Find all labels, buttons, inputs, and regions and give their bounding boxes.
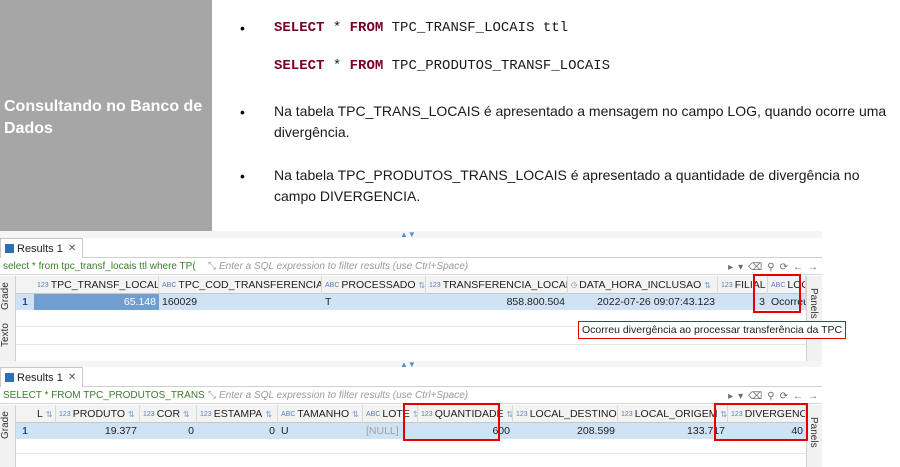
doc-section-panel: Consultando no Banco de Dados — [0, 0, 212, 234]
table-cell[interactable]: 160029 — [159, 294, 322, 310]
results-grid-1: 123TPC_TRANSF_LOCAL⇅ ABCTPC_COD_TRANSFER… — [16, 276, 806, 364]
play-icon[interactable]: ▸ — [728, 391, 733, 402]
query-text: SELECT * FROM TPC_PRODUTOS_TRANSF_ — [3, 390, 205, 401]
column-header[interactable]: 123 LOCAL_ORIGEM ⇅ — [618, 405, 728, 423]
empty-grid-area — [16, 439, 806, 467]
dropdown-icon[interactable]: ▾ — [738, 391, 743, 402]
column-header[interactable]: ABCTPC_COD_TRANSFERENCIA⇅ — [159, 276, 322, 294]
grid-header: 123TPC_TRANSF_LOCAL⇅ ABCTPC_COD_TRANSFER… — [16, 276, 806, 294]
filter-input[interactable]: Enter a SQL expression to filter results… — [219, 261, 468, 272]
filter-toolbar: ▸ ▾ ⌫ ⚲ ⟳ ← → — [728, 388, 818, 404]
column-header[interactable]: 123TRANSFERENCIA_LOCAL⇅ — [426, 276, 568, 294]
query-text: select * from tpc_transf_locais ttl wher… — [3, 261, 196, 272]
column-header[interactable]: ABC PROCESSADO ⇅ — [322, 276, 426, 294]
filter-bar: select * from tpc_transf_locais ttl wher… — [0, 259, 822, 275]
table-cell[interactable]: 2022-07-26 09:07:43.123 — [568, 294, 718, 310]
sql-query-2: SELECT * FROM TPC_PRODUTOS_TRANSF_LOCAIS — [274, 58, 611, 74]
table-cell[interactable]: U — [278, 423, 363, 439]
back-icon[interactable]: ← — [793, 262, 803, 273]
row-number[interactable]: 1 — [16, 294, 34, 310]
column-header[interactable]: 123TPC_TRANSF_LOCAL⇅ — [34, 276, 159, 294]
bullet: • — [240, 20, 245, 36]
refresh-icon[interactable]: ⟳ — [780, 262, 788, 273]
panels-sidebar[interactable]: Panels — [806, 405, 822, 467]
play-icon[interactable]: ▸ — [728, 262, 733, 273]
results-grid-icon — [5, 373, 14, 382]
grid-line — [16, 344, 806, 345]
erase-icon[interactable]: ⌫ — [748, 391, 762, 402]
highlight-box-divergencia — [714, 403, 808, 441]
results-tabbar: Results 1 ✕ — [0, 367, 822, 387]
sort-icon[interactable]: ⇅ — [128, 410, 135, 419]
filter-icon[interactable]: ⚲ — [767, 262, 774, 273]
doc-section-title: Consultando no Banco de Dados — [4, 98, 203, 137]
panels-sidebar[interactable]: Panels — [806, 276, 822, 364]
sort-icon[interactable]: ⇅ — [419, 281, 425, 290]
side-tab-text[interactable]: Texto — [0, 320, 16, 350]
filter-input[interactable]: Enter a SQL expression to filter results… — [219, 390, 468, 401]
table-row[interactable]: 1 65.148 160029 T 858.800.504 2022-07-26… — [16, 294, 806, 310]
table-cell[interactable]: T — [322, 294, 426, 310]
results-tab[interactable]: Results 1 ✕ — [0, 367, 84, 387]
table-cell[interactable]: 133.717 — [618, 423, 728, 439]
paragraph-divergencia: Na tabela TPC_PRODUTOS_TRANS_LOCAIS é ap… — [274, 167, 860, 204]
expand-icon[interactable]: ⤡ — [205, 261, 219, 272]
filter-icon[interactable]: ⚲ — [767, 391, 774, 402]
table-cell[interactable]: 208.599 — [513, 423, 618, 439]
sort-icon[interactable]: ⇅ — [704, 281, 711, 290]
forward-icon[interactable]: → — [808, 262, 818, 273]
column-header[interactable]: ABC TAMANHO ⇅ — [278, 405, 363, 423]
results-tab[interactable]: Results 1 ✕ — [0, 238, 84, 258]
row-number[interactable]: 1 — [16, 423, 34, 439]
sort-icon[interactable]: ⇅ — [183, 410, 190, 419]
close-icon[interactable]: ✕ — [68, 243, 76, 254]
column-header[interactable]: L ⇅ — [34, 405, 56, 423]
table-cell[interactable]: 0 — [197, 423, 278, 439]
table-cell[interactable]: 65.148 — [34, 294, 159, 310]
column-header[interactable]: 123 ESTAMPA ⇅ — [197, 405, 278, 423]
paragraph-log: Na tabela TPC_TRANS_LOCAIS é apresentado… — [274, 103, 887, 140]
log-tooltip: Ocorreu divergência ao processar transfe… — [578, 321, 847, 339]
close-icon[interactable]: ✕ — [68, 372, 76, 383]
doc-content: • SELECT * FROM TPC_TRANSF_LOCAIS ttl SE… — [212, 0, 900, 234]
bullet: • — [240, 168, 245, 184]
sort-icon[interactable]: ⇅ — [265, 410, 272, 419]
filter-toolbar: ▸ ▾ ⌫ ⚲ ⟳ ← → — [728, 259, 818, 275]
results-tabbar: Results 1 ✕ — [0, 238, 822, 258]
sort-icon[interactable]: ⇅ — [46, 410, 53, 419]
side-tab-grid[interactable]: Grade — [0, 278, 16, 314]
table-cell[interactable]: 19.377 — [56, 423, 140, 439]
highlight-box-log — [753, 274, 801, 313]
table-cell[interactable] — [34, 423, 56, 439]
column-header[interactable]: 123 COR ⇅ — [140, 405, 197, 423]
side-tab-grid[interactable]: Grade — [0, 407, 16, 443]
forward-icon[interactable]: → — [808, 391, 818, 402]
refresh-icon[interactable]: ⟳ — [780, 391, 788, 402]
erase-icon[interactable]: ⌫ — [748, 262, 762, 273]
grid-line — [16, 453, 806, 454]
results-grid-icon — [5, 244, 14, 253]
filter-bar: SELECT * FROM TPC_PRODUTOS_TRANSF_ ⤡ Ent… — [0, 388, 822, 404]
back-icon[interactable]: ← — [793, 391, 803, 402]
highlight-box-quantidade — [403, 403, 500, 441]
table-cell[interactable]: 0 — [140, 423, 197, 439]
side-tabs: Grade — [0, 405, 16, 467]
side-tabs: Grade Texto — [0, 276, 16, 364]
table-cell[interactable]: 858.800.504 — [426, 294, 568, 310]
expand-icon[interactable]: ⤡ — [205, 390, 219, 401]
sql-query-1: SELECT * FROM TPC_TRANSF_LOCAIS ttl — [274, 20, 569, 36]
sort-icon[interactable]: ⇅ — [352, 410, 359, 419]
splitter[interactable]: ▲▼ — [0, 230, 822, 239]
column-header[interactable]: 123 PRODUTO ⇅ — [56, 405, 140, 423]
dropdown-icon[interactable]: ▾ — [738, 262, 743, 273]
column-header[interactable]: 123LOCAL_DESTINO⇅ — [513, 405, 618, 423]
bullet: • — [240, 104, 245, 120]
column-header[interactable]: ◷ DATA_HORA_INCLUSAO ⇅ — [568, 276, 718, 294]
